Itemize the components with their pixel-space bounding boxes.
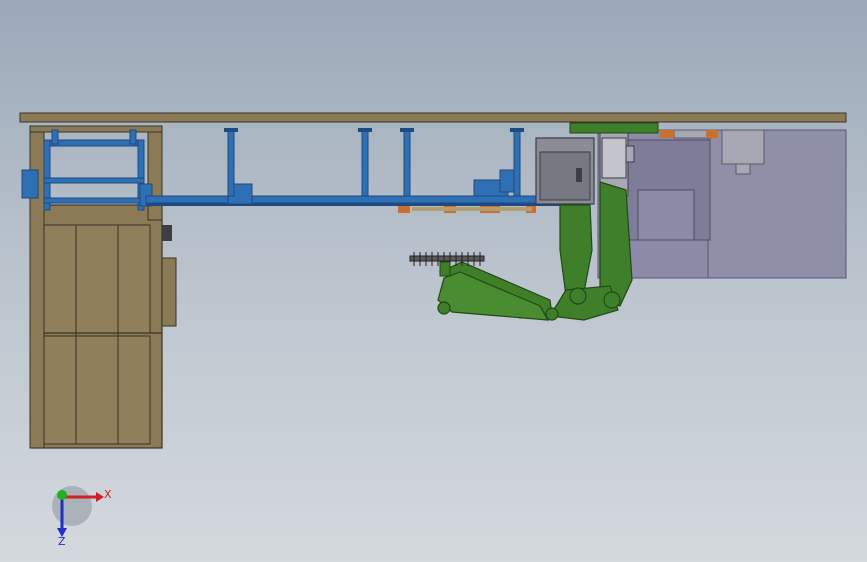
side-motor[interactable]: [162, 225, 172, 241]
z-axis-label: Z: [58, 535, 66, 548]
press-machine[interactable]: [597, 129, 847, 279]
cad-viewport[interactable]: X Z: [0, 0, 867, 562]
x-axis-arrow: [96, 492, 104, 502]
overhead-beam[interactable]: [19, 112, 847, 123]
rail-pads: [398, 206, 536, 213]
conveyor-rail[interactable]: [145, 169, 567, 206]
y-axis-dot: [57, 490, 67, 500]
coordinate-triad: X Z: [52, 486, 112, 548]
x-axis-label: X: [104, 488, 112, 501]
control-cabinet[interactable]: [535, 137, 595, 205]
left-rack[interactable]: [29, 125, 177, 449]
